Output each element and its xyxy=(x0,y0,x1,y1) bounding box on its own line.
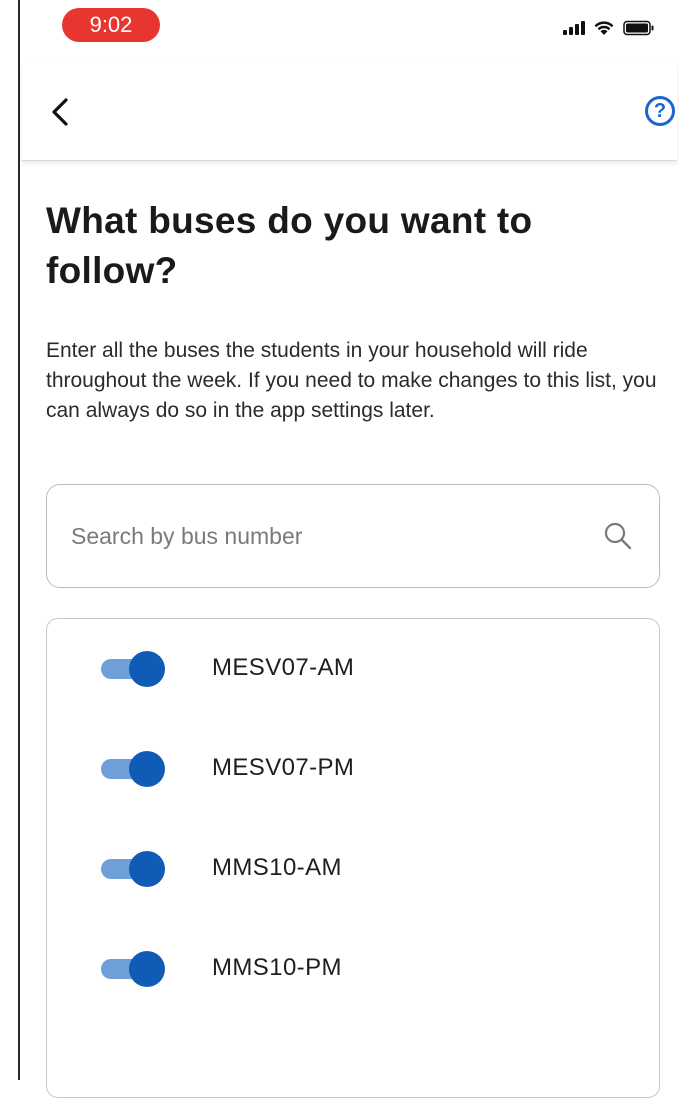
bus-label: MMS10-PM xyxy=(212,954,342,981)
bus-row: MMS10-AM xyxy=(47,819,661,919)
wifi-icon xyxy=(593,20,615,36)
top-app-bar: ? xyxy=(22,62,677,161)
page-description: Enter all the buses the students in your… xyxy=(46,339,657,422)
bus-toggle[interactable] xyxy=(99,751,167,787)
bus-list: MESV07-AM MESV07-PM MMS10-AM MMS10-PM xyxy=(46,618,660,1098)
question-circle-icon: ? xyxy=(653,100,667,122)
status-icons xyxy=(563,18,655,38)
cellular-signal-icon xyxy=(563,21,585,35)
toggle-knob xyxy=(129,651,165,687)
battery-icon xyxy=(623,20,655,36)
phone-screen: 9:02 ? What buses do you want to follow?… xyxy=(22,0,677,1098)
search-input[interactable] xyxy=(69,515,573,557)
bus-toggle[interactable] xyxy=(99,951,167,987)
bus-toggle[interactable] xyxy=(99,851,167,887)
bus-row: MMS10-PM xyxy=(47,919,661,1019)
back-button[interactable] xyxy=(44,92,80,132)
device-frame-edge xyxy=(0,0,20,1080)
search-icon[interactable] xyxy=(603,521,633,551)
toggle-knob xyxy=(129,851,165,887)
toggle-knob xyxy=(129,951,165,987)
chevron-left-icon xyxy=(52,98,68,126)
page-title: What buses do you want to follow? xyxy=(46,200,533,291)
bus-toggle[interactable] xyxy=(99,651,167,687)
status-bar: 9:02 xyxy=(22,0,677,52)
bus-row: MESV07-PM xyxy=(47,719,661,819)
bus-label: MESV07-PM xyxy=(212,754,355,781)
bus-label: MMS10-AM xyxy=(212,854,342,881)
status-time: 9:02 xyxy=(62,8,160,42)
bus-label: MESV07-AM xyxy=(212,654,355,681)
help-button[interactable]: ? xyxy=(645,96,675,126)
toggle-knob xyxy=(129,751,165,787)
bus-row: MESV07-AM xyxy=(47,619,661,719)
search-box[interactable] xyxy=(46,484,660,588)
